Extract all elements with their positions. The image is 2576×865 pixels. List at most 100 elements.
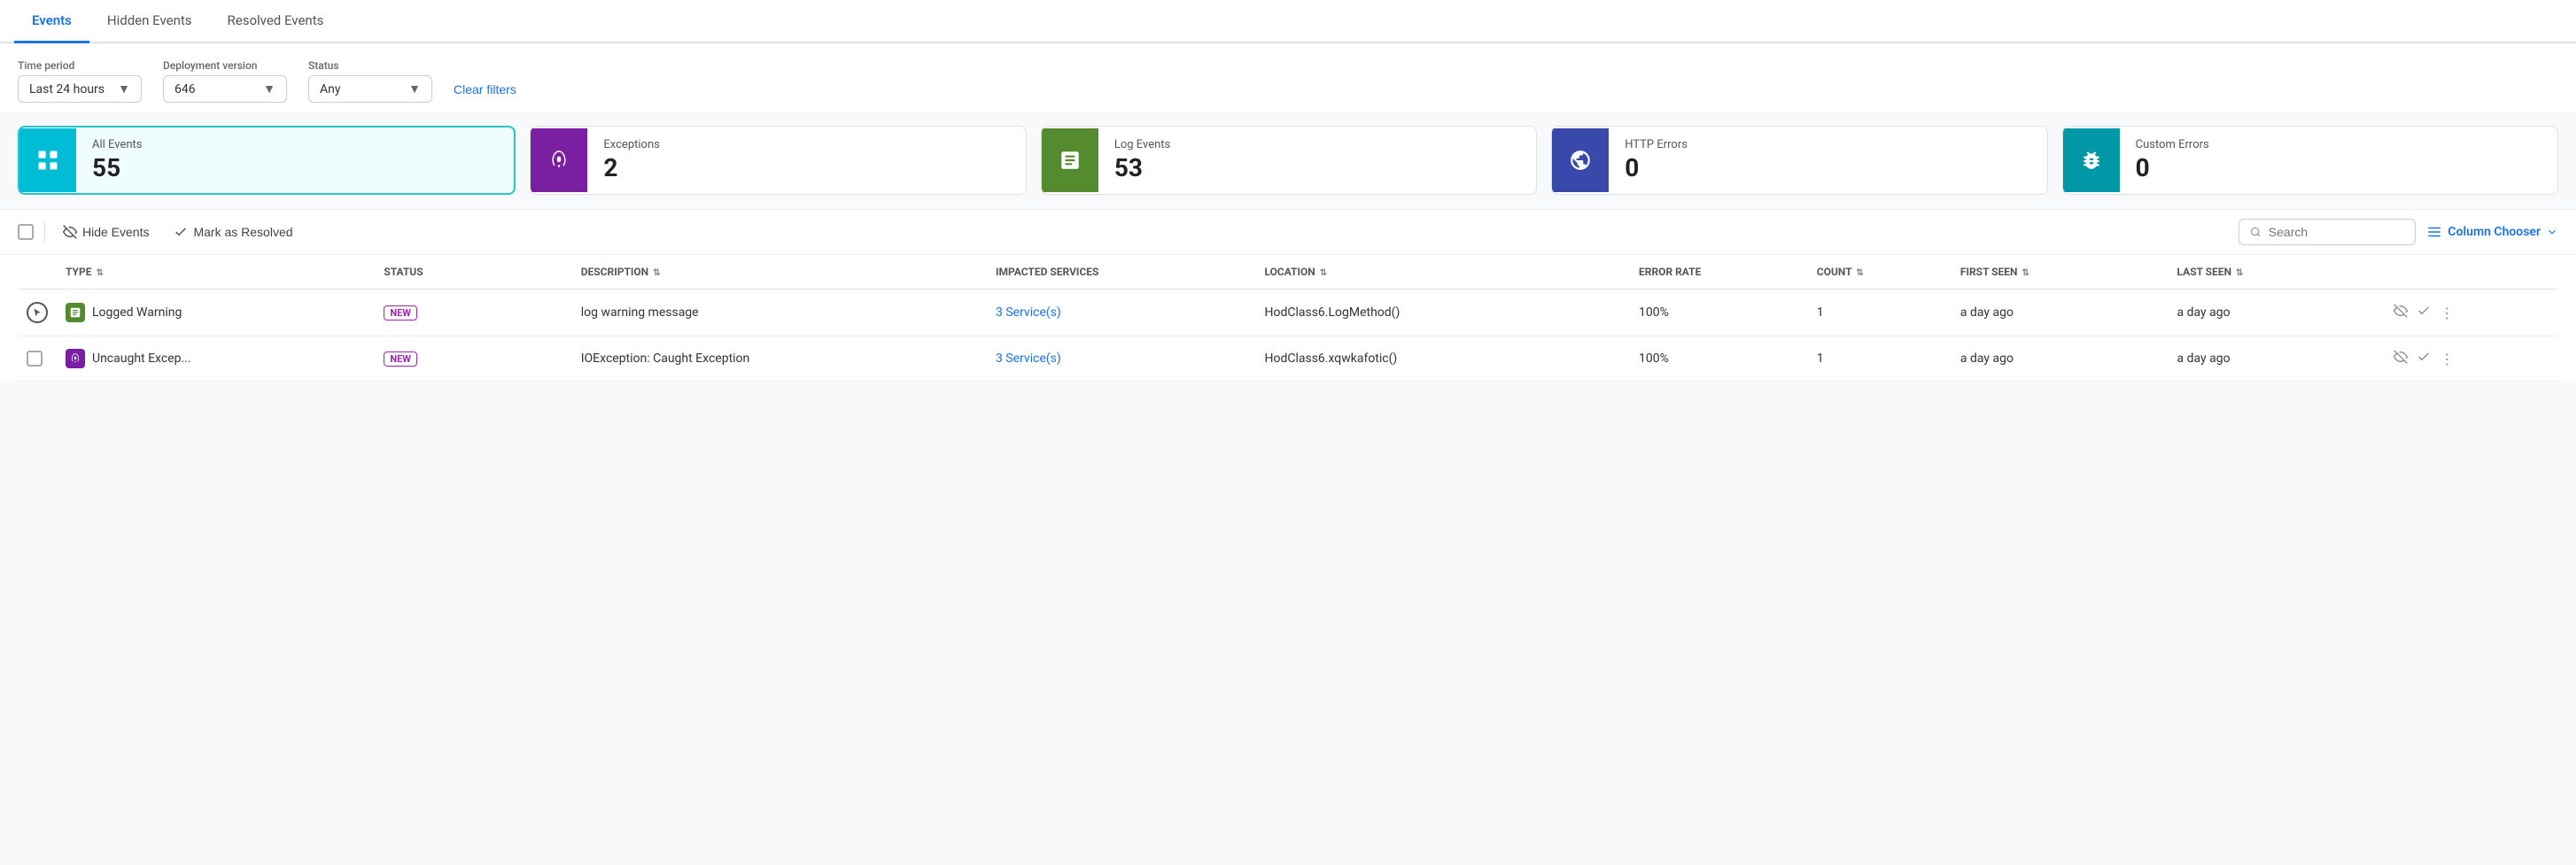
th-actions	[2385, 255, 2558, 290]
mark-resolved-label: Mark as Resolved	[193, 225, 292, 239]
th-error-rate: ERROR RATE	[1630, 255, 1808, 290]
th-status: STATUS	[375, 255, 571, 290]
clear-filters-button[interactable]: Clear filters	[454, 82, 516, 97]
row1-status-cell: NEW	[375, 290, 571, 336]
row2-error-rate: 100%	[1639, 351, 1669, 366]
row2-checkbox[interactable]	[27, 351, 43, 367]
status-select[interactable]: Any ▼	[308, 75, 432, 103]
hide-events-button[interactable]: Hide Events	[56, 221, 156, 243]
row1-location: HodClass6.LogMethod()	[1264, 305, 1400, 320]
row2-count-cell: 1	[1808, 336, 1951, 382]
search-input[interactable]	[2269, 225, 2405, 239]
th-status-label: STATUS	[384, 266, 423, 278]
table-header-row: TYPE ⇅ STATUS DESCRIPTION ⇅ IMPACTED SER…	[18, 255, 2558, 290]
row2-last-seen: a day ago	[2177, 351, 2231, 366]
row2-services-link[interactable]: 3 Service(s)	[996, 351, 1061, 366]
th-first-seen[interactable]: FIRST SEEN ⇅	[1951, 255, 2169, 290]
deployment-version-label: Deployment version	[163, 59, 287, 72]
card-log-events[interactable]: Log Events 53	[1041, 126, 1537, 195]
row1-count: 1	[1817, 305, 1824, 320]
th-count[interactable]: COUNT ⇅	[1808, 255, 1951, 290]
th-type-label: TYPE	[66, 266, 91, 278]
row2-type-cell: Uncaught Excep...	[57, 336, 375, 382]
toolbar-divider	[44, 222, 45, 242]
card-all-events[interactable]: All Events 55	[18, 126, 516, 195]
status-value: Any	[320, 82, 341, 97]
time-period-chevron-icon: ▼	[118, 81, 130, 97]
row1-services-cell: 3 Service(s)	[987, 290, 1255, 336]
row2-status-badge: NEW	[384, 351, 417, 367]
tab-hidden-events[interactable]: Hidden Events	[89, 0, 210, 43]
row2-desc-cell: IOException: Caught Exception	[572, 336, 987, 382]
row2-type-icon	[66, 349, 85, 368]
deployment-version-filter: Deployment version 646 ▼	[163, 59, 287, 103]
th-description[interactable]: DESCRIPTION ⇅	[572, 255, 987, 290]
row2-actions-cell: ⋮	[2385, 336, 2558, 382]
all-events-count: 55	[92, 153, 143, 182]
card-exceptions[interactable]: Exceptions 2	[530, 126, 1026, 195]
row1-checkbox-cell	[18, 290, 57, 336]
row1-resolve-icon[interactable]	[2417, 304, 2431, 321]
card-custom-errors[interactable]: Custom Errors 0	[2062, 126, 2558, 195]
card-http-errors[interactable]: HTTP Errors 0	[1551, 126, 2047, 195]
select-all-checkbox[interactable]	[18, 224, 34, 240]
table-row: Uncaught Excep... NEW IOException: Caugh…	[18, 336, 2558, 382]
search-box[interactable]	[2238, 219, 2416, 245]
row1-last-seen-cell: a day ago	[2169, 290, 2386, 336]
row1-hide-icon[interactable]	[2394, 304, 2408, 321]
time-period-value: Last 24 hours	[29, 82, 105, 97]
row2-hide-icon[interactable]	[2394, 350, 2408, 367]
th-first-seen-label: FIRST SEEN	[1960, 266, 2018, 278]
row1-type-label: Logged Warning	[92, 305, 182, 320]
th-type[interactable]: TYPE ⇅	[57, 255, 375, 290]
row2-first-seen: a day ago	[1960, 351, 2013, 366]
row1-actions-cell: ⋮	[2385, 290, 2558, 336]
hide-icon	[63, 225, 77, 239]
row1-more-icon[interactable]: ⋮	[2440, 305, 2454, 321]
row1-checkbox[interactable]	[27, 302, 48, 323]
tab-resolved-events[interactable]: Resolved Events	[210, 0, 342, 43]
deployment-version-chevron-icon: ▼	[263, 81, 275, 97]
row2-location: HodClass6.xqwkafotic()	[1264, 351, 1397, 366]
th-impacted-services: IMPACTED SERVICES	[987, 255, 1255, 290]
row2-location-cell: HodClass6.xqwkafotic()	[1255, 336, 1630, 382]
th-description-label: DESCRIPTION	[581, 266, 648, 278]
log-events-icon	[1042, 128, 1098, 192]
http-errors-icon	[1552, 128, 1609, 192]
th-services-label: IMPACTED SERVICES	[996, 266, 1098, 278]
th-type-sort-icon: ⇅	[96, 268, 103, 278]
th-last-seen[interactable]: LAST SEEN ⇅	[2169, 255, 2386, 290]
row1-services-link[interactable]: 3 Service(s)	[996, 305, 1061, 320]
row2-more-icon[interactable]: ⋮	[2440, 351, 2454, 367]
tabs-bar: Events Hidden Events Resolved Events	[0, 0, 2576, 43]
deployment-version-select[interactable]: 646 ▼	[163, 75, 287, 103]
custom-errors-content: Custom Errors 0	[2120, 127, 2225, 193]
mark-resolved-button[interactable]: Mark as Resolved	[167, 221, 299, 243]
column-chooser-button[interactable]: Column Chooser	[2426, 224, 2558, 240]
th-location[interactable]: LOCATION ⇅	[1255, 255, 1630, 290]
custom-errors-count: 0	[2136, 153, 2209, 182]
row2-description: IOException: Caught Exception	[581, 351, 750, 366]
row1-desc-cell: log warning message	[572, 290, 987, 336]
row1-type: Logged Warning	[66, 303, 366, 322]
table-toolbar: Hide Events Mark as Resolved Column Choo…	[0, 209, 2576, 255]
log-events-content: Log Events 53	[1098, 127, 1186, 193]
time-period-select[interactable]: Last 24 hours ▼	[18, 75, 142, 103]
row2-count: 1	[1817, 351, 1824, 366]
http-errors-content: HTTP Errors 0	[1609, 127, 1703, 193]
custom-errors-icon	[2063, 128, 2120, 192]
row2-checkbox-cell	[18, 336, 57, 382]
cursor-icon	[32, 307, 43, 318]
row1-error-rate-cell: 100%	[1630, 290, 1808, 336]
tab-events[interactable]: Events	[14, 0, 89, 43]
check-icon	[174, 225, 188, 239]
events-table: TYPE ⇅ STATUS DESCRIPTION ⇅ IMPACTED SER…	[18, 255, 2558, 382]
exceptions-content: Exceptions 2	[587, 127, 675, 193]
th-first-seen-sort-icon: ⇅	[2022, 268, 2029, 278]
log-events-count: 53	[1114, 153, 1170, 182]
row1-first-seen: a day ago	[1960, 305, 2013, 320]
exceptions-label: Exceptions	[603, 138, 659, 151]
th-count-label: COUNT	[1817, 266, 1851, 278]
events-table-wrap: TYPE ⇅ STATUS DESCRIPTION ⇅ IMPACTED SER…	[0, 255, 2576, 382]
row2-resolve-icon[interactable]	[2417, 350, 2431, 367]
